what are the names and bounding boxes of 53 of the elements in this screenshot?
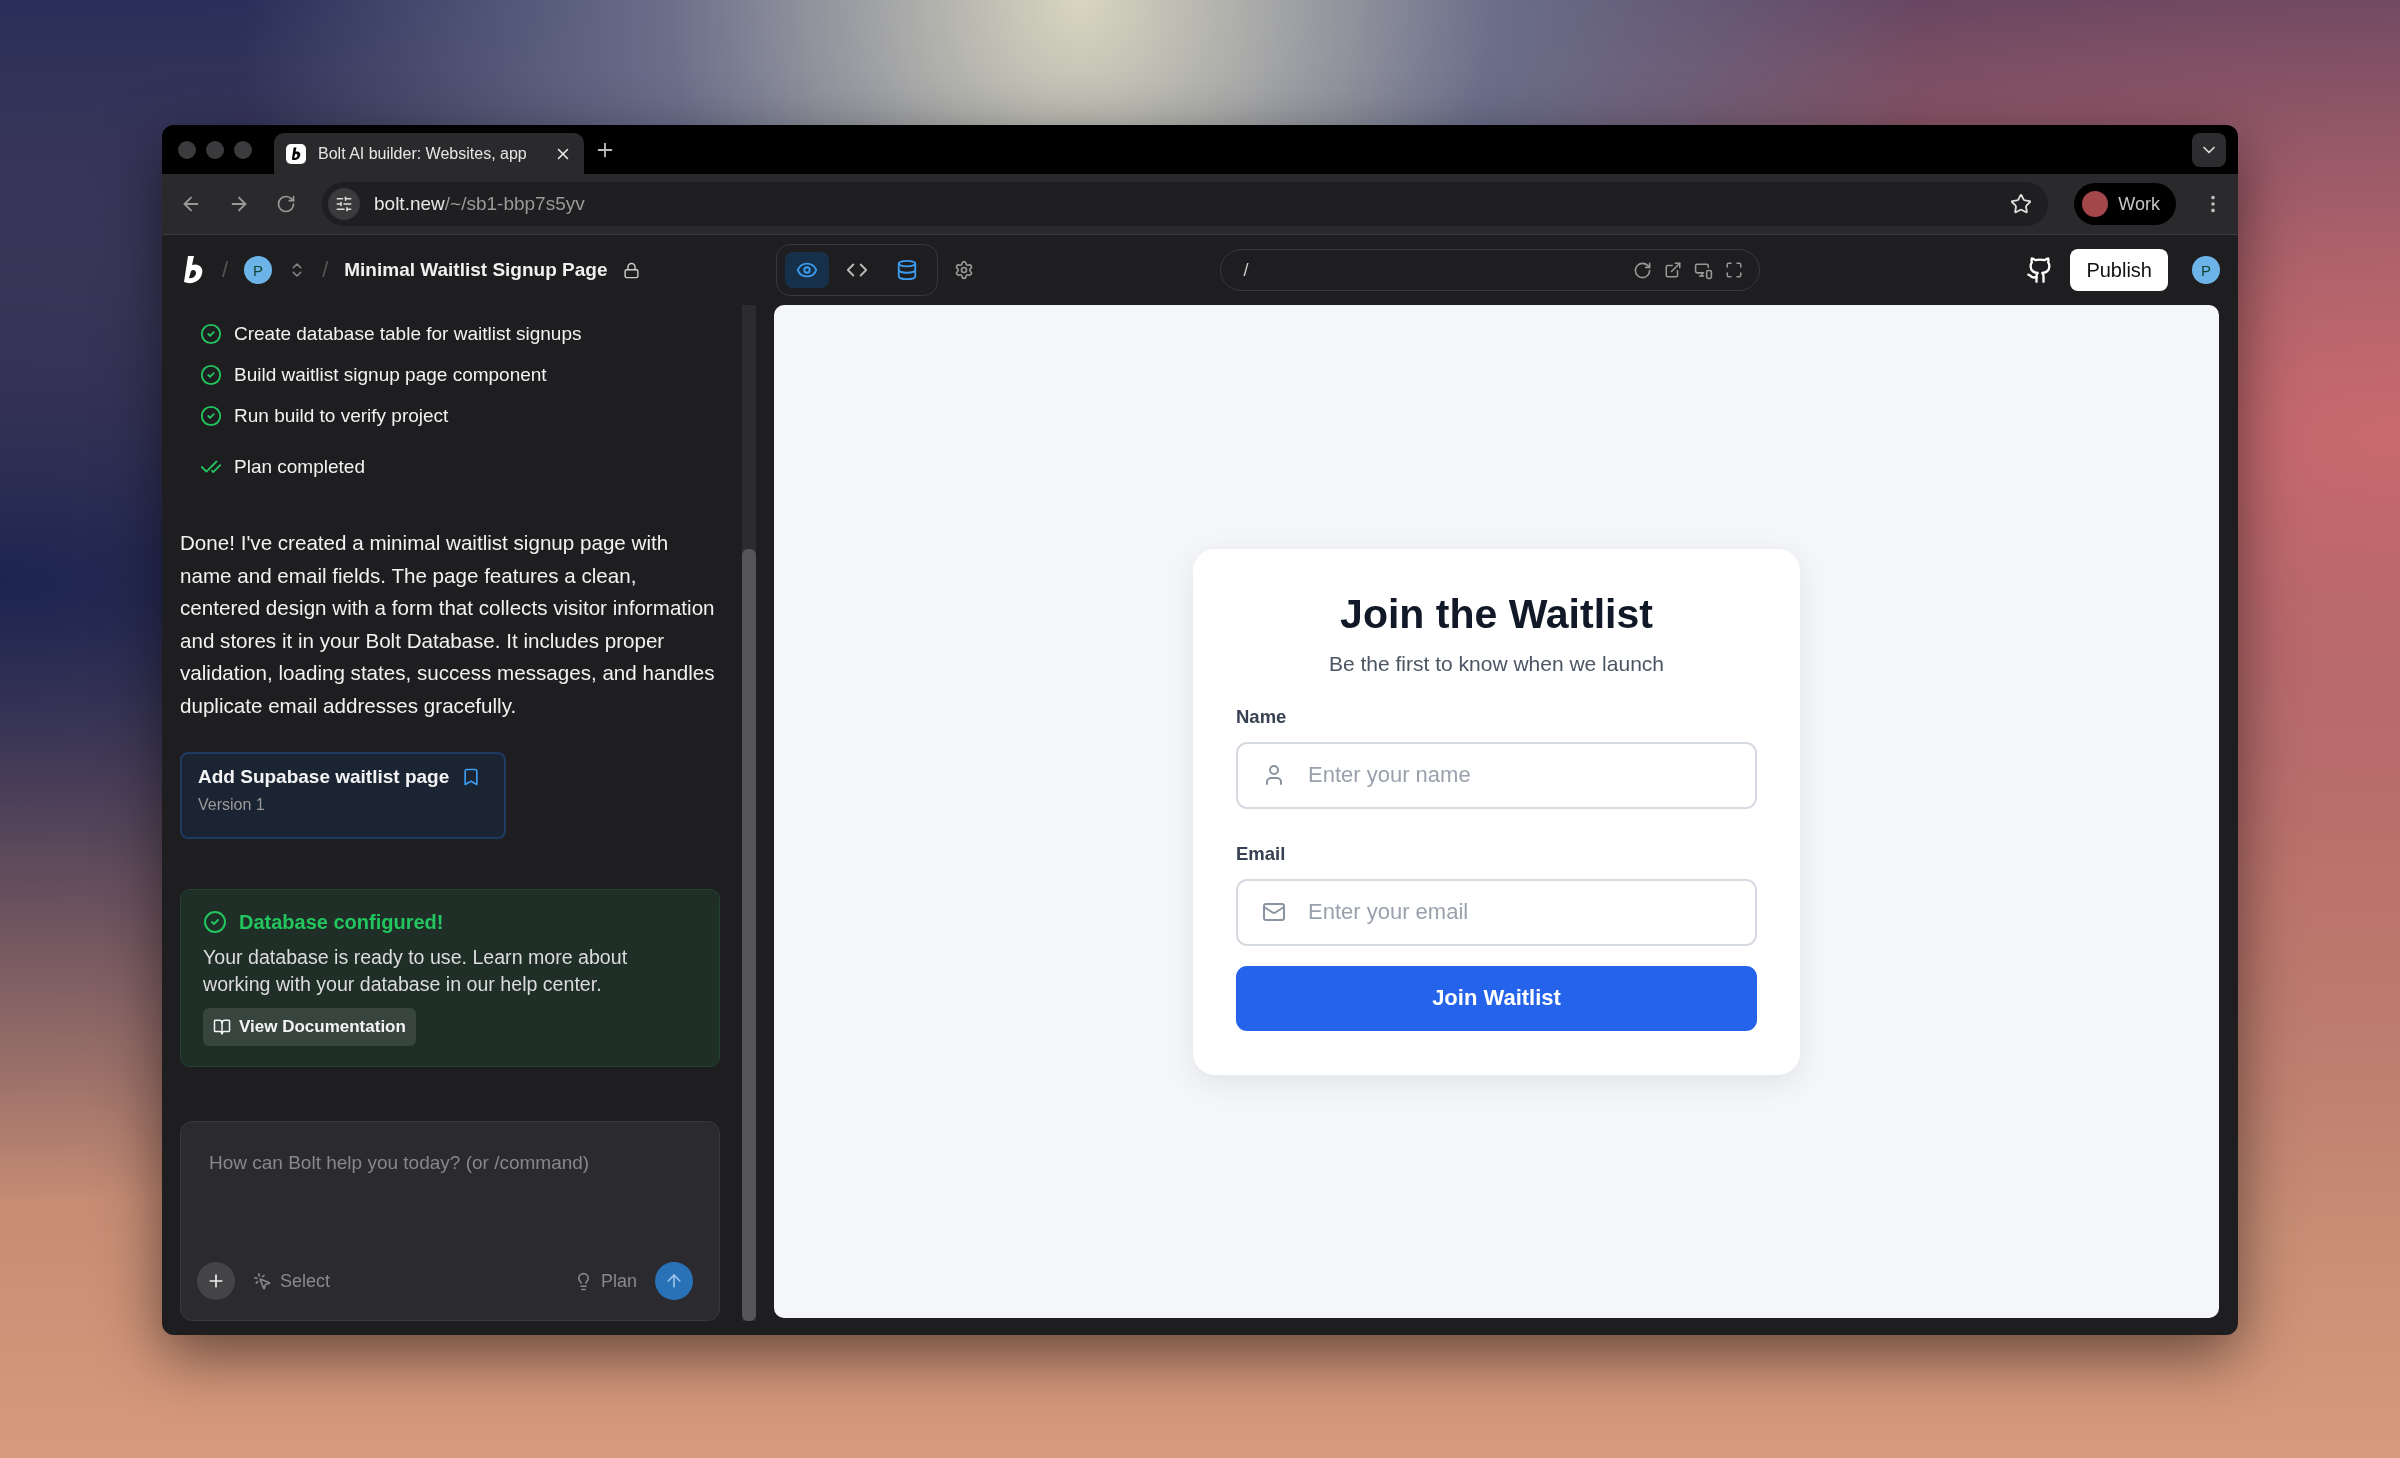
form-title: Join the Waitlist — [1339, 590, 1654, 638]
plan-button[interactable]: Plan — [573, 1270, 637, 1292]
bolt-favicon-icon — [286, 143, 306, 164]
plan-step: Build waitlist signup page component — [234, 363, 547, 386]
field-label: Name — [1236, 705, 1288, 728]
scrollbar[interactable] — [742, 305, 756, 1321]
version-label: Version 1 — [198, 796, 266, 814]
join-waitlist-button[interactable]: Join Waitlist — [1236, 965, 1757, 1031]
address-bar[interactable]: bolt.new/~/sb1-bbp7s5yv — [322, 182, 2049, 226]
pointer-icon — [253, 1271, 272, 1291]
user-avatar[interactable]: P — [2192, 256, 2220, 284]
avatar — [2082, 191, 2109, 217]
plan-status: Plan completed — [234, 455, 365, 478]
url-text: bolt.new/~/sb1-bbp7s5yv — [374, 193, 586, 215]
prompt-input[interactable]: How can Bolt help you today? (or /command) — [197, 1142, 693, 1262]
project-avatar[interactable]: P — [244, 256, 273, 284]
tab-title: Bolt AI builder: Websites, app — [318, 144, 528, 163]
notice-text: Your database is ready to use. Learn more about working with your database in our help center. — [203, 945, 629, 997]
assistant-message: Done! I've created a minimal waitlist signup page with name and email fields. The page features a clean, centered design with a form that collects visitor information and stores it in your Bolt Database. It includes proper validation, loading states, success messages, and handles duplicate email addresses gracefully. — [180, 530, 716, 719]
breadcrumb-separator: / — [322, 257, 329, 283]
reload-icon[interactable] — [276, 194, 296, 214]
fullscreen-icon[interactable] — [1725, 261, 1744, 279]
documentation-button[interactable]: View Documentation — [203, 1008, 416, 1046]
database-icon — [896, 259, 919, 281]
mail-icon — [1262, 900, 1286, 924]
form-subtitle: Be the first to know when we launch — [1328, 651, 1665, 676]
lock-icon — [623, 261, 641, 279]
plan-step: Run build to verify project — [234, 404, 449, 427]
version-card[interactable]: Add Supabase waitlist page Version 1 — [180, 752, 506, 839]
book-icon — [213, 1018, 231, 1036]
star-icon[interactable] — [2010, 193, 2033, 215]
email-input[interactable]: Enter your email — [1236, 878, 1757, 946]
breadcrumb-separator: / — [222, 257, 229, 283]
settings-icon[interactable] — [954, 260, 975, 280]
plan-step: Create database table for waitlist signups — [234, 322, 582, 345]
notice-title: Database configured! — [239, 910, 444, 934]
project-title[interactable]: Minimal Waitlist Signup Page — [344, 259, 608, 281]
field-label: Email — [1236, 842, 1287, 865]
prompt-field[interactable]: How can Bolt help you today? (or /command) Select Plan — [180, 1121, 720, 1321]
profile-button[interactable]: Work — [2074, 183, 2176, 225]
select-button[interactable]: Select — [253, 1270, 331, 1292]
devices-icon[interactable] — [1694, 260, 1714, 280]
preview-tab[interactable] — [785, 252, 830, 288]
external-link-icon[interactable] — [1664, 261, 1683, 279]
name-input[interactable]: Enter your name — [1236, 741, 1757, 809]
check-circle-icon — [203, 910, 227, 934]
add-button[interactable] — [197, 1262, 235, 1300]
browser-tab[interactable]: Bolt AI builder: Websites, app — [274, 133, 584, 174]
site-settings-icon[interactable] — [328, 188, 360, 220]
reload-icon[interactable] — [1633, 260, 1653, 280]
send-button[interactable] — [655, 1262, 693, 1300]
version-title: Add Supabase waitlist page — [198, 766, 450, 788]
publish-button[interactable]: Publish — [2070, 249, 2168, 291]
